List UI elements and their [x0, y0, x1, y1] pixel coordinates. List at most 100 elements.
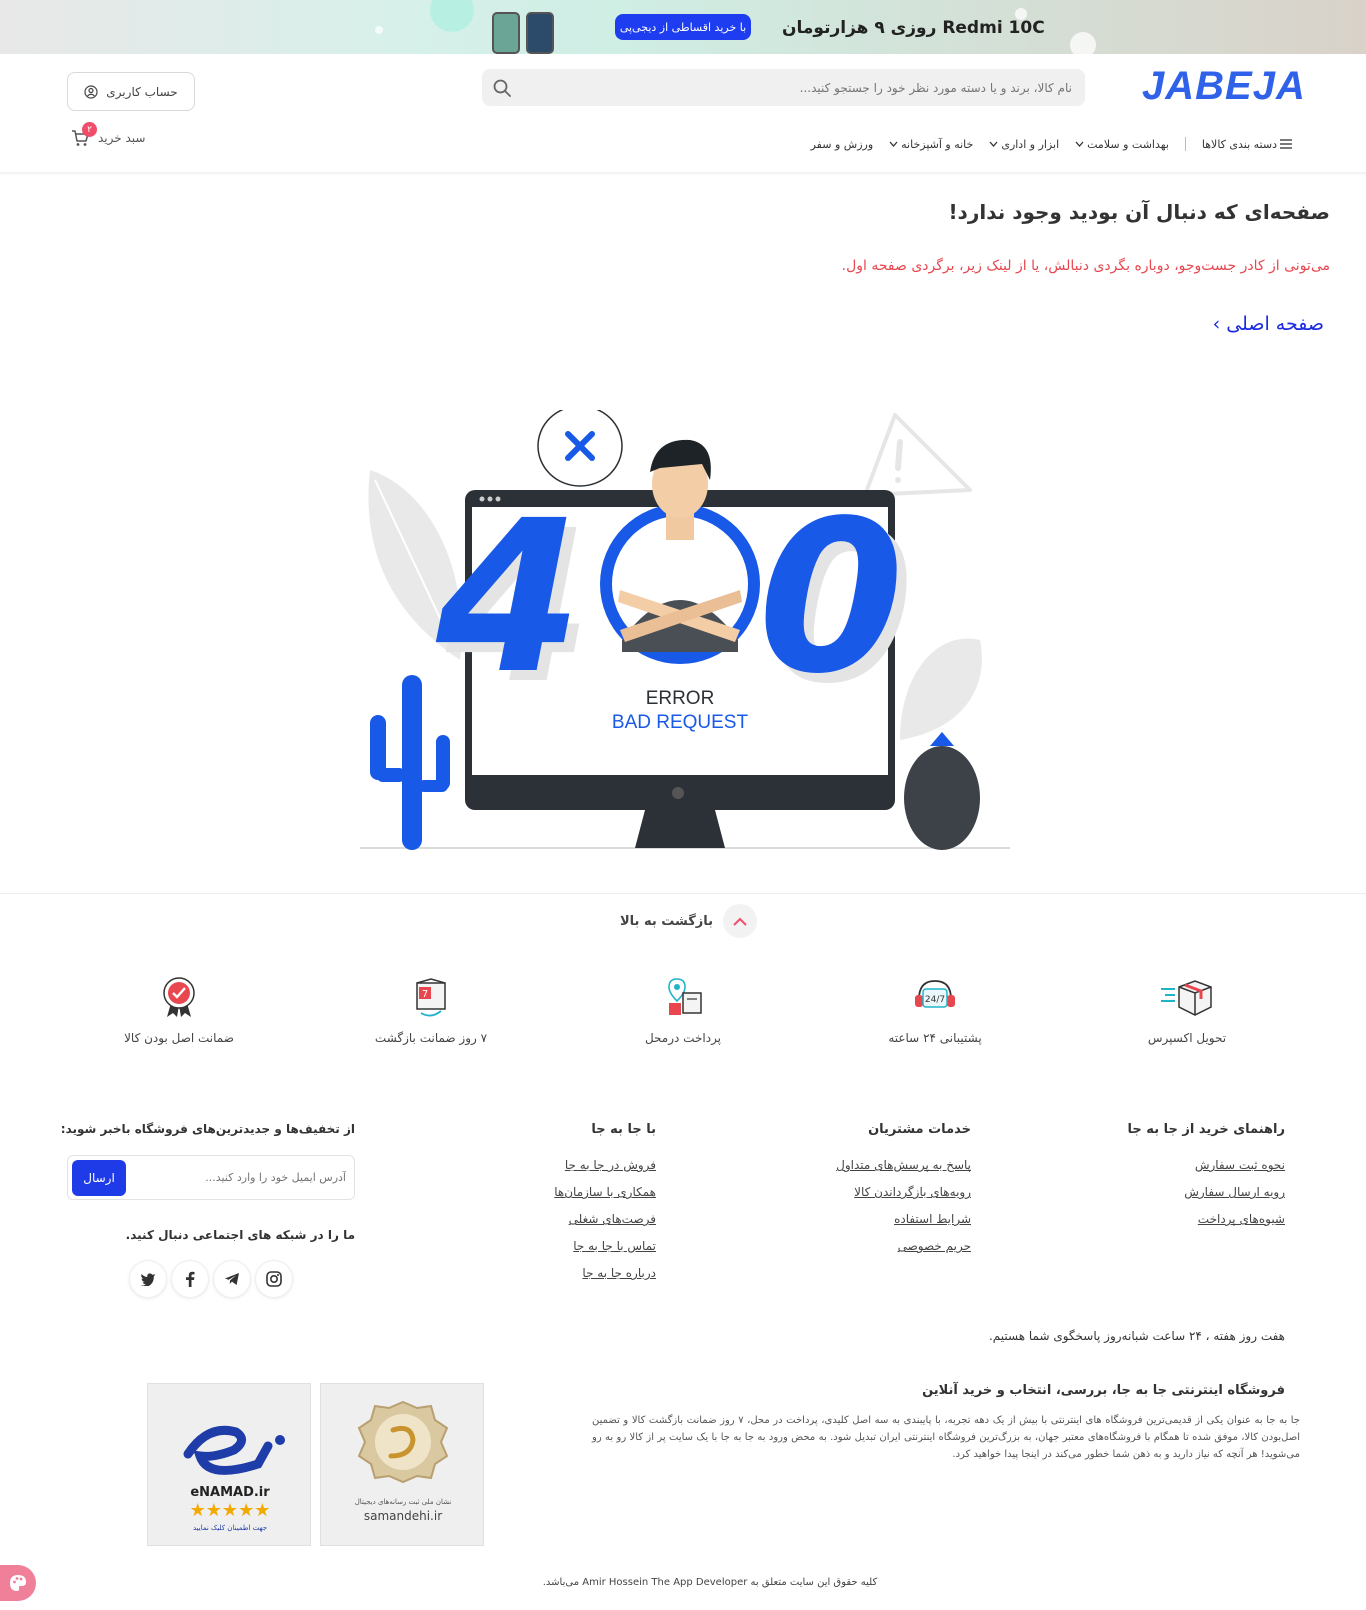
samandehi-badge[interactable]: نشان ملی ثبت رسانه‌های دیجیتال samandehi… [320, 1383, 484, 1546]
footer-link[interactable]: فروش در جا به جا [565, 1158, 656, 1172]
about-title: فروشگاه اینترنتی جا به جا، بررسی، انتخاب… [922, 1383, 1285, 1398]
nav-item-tools[interactable]: ابزار و اداری [989, 138, 1059, 151]
enamad-badge[interactable]: eNAMAD.ir ★★★★★ جهت اطمینان کلیک نمایید [147, 1383, 311, 1546]
bad-request-text: BAD REQUEST [612, 712, 749, 733]
samandehi-logo: نشان ملی ثبت رسانه‌های دیجیتال samandehi… [355, 1400, 452, 1523]
support-247-icon: 24/7 [915, 980, 955, 1008]
phone-image [492, 12, 520, 54]
site-logo[interactable]: JABEJA [1142, 64, 1306, 109]
nav-categories-label: دسته بندی کالاها [1201, 137, 1277, 151]
cart-button[interactable]: سبد خرید ۲ [70, 122, 146, 148]
footer-link[interactable]: فرصت‌های شغلی [569, 1212, 656, 1226]
person-illustration [600, 439, 760, 664]
chevron-down-icon [889, 141, 898, 147]
nav-item-home-kitchen[interactable]: خانه و آشپزخانه [889, 138, 973, 151]
instagram-link[interactable] [255, 1260, 293, 1298]
search-bar[interactable] [482, 69, 1085, 106]
error-text: ERROR [646, 688, 715, 709]
back-to-top-button[interactable]: بازگشت به بالا [620, 904, 758, 938]
svg-text:7: 7 [422, 989, 428, 1000]
footer-services-title: خدمات مشتریان [868, 1122, 971, 1137]
cart-label: سبد خرید [98, 131, 146, 145]
page-title: صفحه‌ای که دنبال آن بودید وجود ندارد! [948, 200, 1330, 224]
chevron-down-icon [989, 141, 998, 147]
footer-link[interactable]: شیوه‌های پرداخت [1198, 1212, 1285, 1226]
nav-item-label: خانه و آشپزخانه [901, 137, 974, 151]
user-icon [84, 84, 98, 99]
facebook-link[interactable] [171, 1260, 209, 1298]
chevron-down-icon [1075, 141, 1084, 147]
nav-categories[interactable]: دسته بندی کالاها [1202, 138, 1292, 151]
enamad-text: eNAMAD.ir [190, 1485, 270, 1500]
home-page-link[interactable]: صفحه اصلی › [1213, 313, 1324, 335]
palette-icon [10, 1575, 26, 1591]
nav-item-label: بهداشت و سلامت [1087, 137, 1169, 151]
search-icon[interactable] [492, 78, 512, 98]
footer-link[interactable]: درباره جا به جا [582, 1266, 656, 1280]
footer-link[interactable]: تماس با جا به جا [573, 1239, 656, 1253]
feature-label: پشتیبانی ۲۴ ساعته [888, 1031, 982, 1045]
social-title: ما را در شبکه های اجتماعی دنبال کنید. [125, 1228, 355, 1242]
error-400-illustration: 4 4 0 0 ERROR BAD REQUEST [360, 410, 1010, 850]
main-nav: دسته بندی کالاها بهداشت و سلامت ابزار و … [811, 137, 1292, 151]
footer-link[interactable]: رویه ارسال سفارش [1184, 1185, 1285, 1199]
svg-text:24/7: 24/7 [925, 995, 945, 1005]
cart-icon: ۲ [70, 122, 97, 148]
facebook-icon [186, 1271, 195, 1287]
telegram-icon [225, 1273, 239, 1285]
samandehi-text: samandehi.ir [364, 1509, 442, 1523]
decor-bubble [375, 26, 383, 34]
feature-label: تحویل اکسپرس [1147, 1031, 1227, 1045]
footer-link[interactable]: رویه‌های بازگرداندن کالا [854, 1185, 971, 1199]
twitter-link[interactable] [129, 1260, 167, 1298]
nav-item-label: ابزار و اداری [1001, 137, 1060, 151]
footer-link[interactable]: نحوه ثبت سفارش [1195, 1158, 1285, 1172]
feature-label: پرداخت درمحل [644, 1031, 722, 1045]
feature-express-delivery: تحویل اکسپرس [1092, 975, 1282, 1045]
nav-separator [1184, 137, 1186, 151]
search-input[interactable] [522, 69, 1072, 106]
digit-zero: 0 [758, 475, 904, 720]
nav-item-label: ورزش و سفر [810, 137, 874, 151]
banner-cta-button[interactable]: با خرید اقساطی از دیجی‌پی [615, 14, 751, 40]
back-to-top-label: بازگشت به بالا [620, 913, 714, 929]
menu-icon [1280, 139, 1292, 149]
original-guarantee-icon [163, 977, 195, 1017]
newsletter-title: از تخفیف‌ها و جدیدترین‌های فروشگاه باخبر… [60, 1122, 355, 1136]
newsletter-form: ارسال [67, 1155, 355, 1200]
decor-bubble [1070, 32, 1096, 54]
nav-item-sport-travel[interactable]: ورزش و سفر [811, 138, 874, 151]
delivery-box-icon [1161, 980, 1212, 1016]
enamad-caption: جهت اطمینان کلیک نمایید [193, 1524, 267, 1532]
promo-banner[interactable]: با خرید اقساطی از دیجی‌پی Redmi 10C روزی… [0, 0, 1366, 54]
theme-palette-button[interactable] [0, 1565, 36, 1601]
twitter-icon [141, 1273, 155, 1286]
nav-item-health[interactable]: بهداشت و سلامت [1075, 138, 1169, 151]
footer-link[interactable]: همکاری با سازمان‌ها [554, 1185, 656, 1199]
footer-guide-title: راهنمای خرید از جا به جا [1127, 1122, 1285, 1137]
banner-promo-text: Redmi 10C روزی ۹ هزارتومان [782, 18, 1045, 38]
feature-label: ۷ روز ضمانت بازگشت [374, 1031, 488, 1045]
cart-count-badge: ۲ [82, 122, 97, 137]
newsletter-email-input[interactable] [146, 1156, 346, 1199]
pay-on-delivery-icon [668, 978, 702, 1015]
round-cactus-image [904, 732, 980, 850]
footer-link[interactable]: پاسخ به پرسش‌های متداول [836, 1158, 971, 1172]
digit-four: 4 [435, 475, 582, 720]
feature-support-24h: 24/7 پشتیبانی ۲۴ ساعته [840, 975, 1030, 1045]
footer-link[interactable]: حریم خصوصی [898, 1239, 971, 1253]
telegram-link[interactable] [213, 1260, 251, 1298]
samandehi-caption: نشان ملی ثبت رسانه‌های دیجیتال [355, 1498, 452, 1506]
enamad-logo: eNAMAD.ir ★★★★★ جهت اطمینان کلیک نمایید [183, 1425, 285, 1532]
rating-stars-icon: ★★★★★ [190, 1500, 271, 1521]
newsletter-submit-button[interactable]: ارسال [72, 1160, 126, 1196]
return-7-days-icon: 7 [416, 978, 446, 1017]
speech-bubble-x-icon [537, 410, 623, 487]
footer-link[interactable]: شرایط استفاده [894, 1212, 971, 1226]
account-button[interactable]: حساب کاربری [67, 72, 195, 111]
feature-original-guarantee: ضمانت اصل بودن کالا [84, 975, 274, 1045]
feature-7day-return: 7 ۷ روز ضمانت بازگشت [336, 975, 526, 1045]
feature-cash-on-delivery: پرداخت درمحل [588, 975, 778, 1045]
header-divider [0, 172, 1366, 176]
about-text: جا به جا به عنوان یکی از قدیمی‌ترین فروش… [592, 1415, 1300, 1460]
